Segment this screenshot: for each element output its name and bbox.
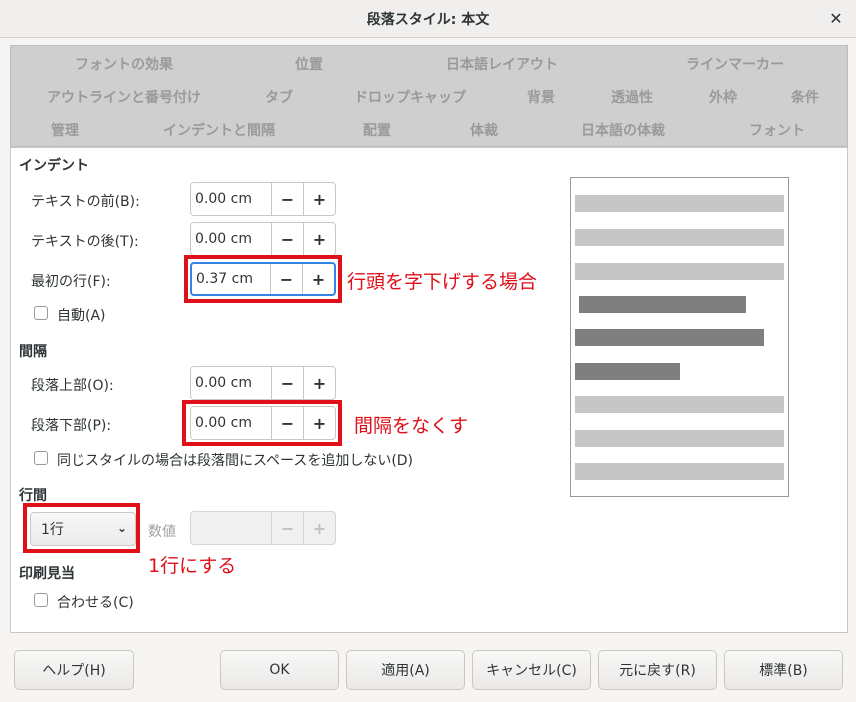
plus-icon[interactable]: + <box>303 183 335 215</box>
after-text-input[interactable]: 0.00 cm <box>191 223 271 255</box>
tab-transparency[interactable]: 透過性 <box>611 87 653 107</box>
before-text-label: テキストの前(B): <box>31 194 140 210</box>
tab-tabs[interactable]: タブ <box>265 87 293 107</box>
plus-icon[interactable]: + <box>303 223 335 255</box>
annotation-spacing-below: 間隔をなくす <box>354 415 469 437</box>
standard-button[interactable]: 標準(B) <box>724 650 843 690</box>
activate-checkbox[interactable] <box>34 593 48 607</box>
auto-label: 自動(A) <box>57 308 106 324</box>
tab-indents-spacing[interactable]: インデントと間隔 <box>163 120 275 140</box>
minus-icon[interactable]: − <box>271 183 303 215</box>
tab-font[interactable]: フォント <box>749 120 805 140</box>
same-style-label: 同じスタイルの場合は段落間にスペースを追加しない(D) <box>57 453 414 469</box>
tab-font-effects[interactable]: フォントの効果 <box>75 54 173 74</box>
tab-bar: フォントの効果 位置 日本語レイアウト ラインマーカー アウトラインと番号付け … <box>10 45 848 147</box>
above-paragraph-label: 段落上部(O): <box>31 378 114 394</box>
preview-line <box>575 363 680 380</box>
preview-line <box>575 396 784 413</box>
tab-asian-typography[interactable]: 日本語の体裁 <box>581 120 665 140</box>
minus-icon: − <box>271 512 303 544</box>
annotation-first-line: 行頭を字下げする場合 <box>347 271 538 293</box>
annotation-box-line-spacing <box>23 503 140 553</box>
line-spacing-heading: 行間 <box>19 488 47 504</box>
preview-line <box>575 263 784 280</box>
help-button[interactable]: ヘルプ(H) <box>14 650 134 690</box>
annotation-box-first-line <box>184 255 342 303</box>
ok-button[interactable]: OK <box>220 650 339 690</box>
tab-condition[interactable]: 条件 <box>791 87 819 107</box>
activate-label: 合わせる(C) <box>57 595 134 611</box>
auto-checkbox[interactable] <box>34 306 48 320</box>
tab-drop-caps[interactable]: ドロップキャップ <box>354 87 466 107</box>
tab-highlighting[interactable]: ラインマーカー <box>686 54 784 74</box>
above-paragraph-input[interactable]: 0.00 cm <box>191 367 271 399</box>
indent-heading: インデント <box>19 158 89 174</box>
tab-background[interactable]: 背景 <box>527 87 555 107</box>
tab-borders[interactable]: 外枠 <box>709 87 737 107</box>
spacing-heading: 間隔 <box>19 344 47 360</box>
above-paragraph-spinner[interactable]: 0.00 cm − + <box>190 366 336 400</box>
cancel-button[interactable]: キャンセル(C) <box>472 650 591 690</box>
preview-line <box>575 463 784 480</box>
tab-asian-layout[interactable]: 日本語レイアウト <box>446 54 558 74</box>
after-text-spinner[interactable]: 0.00 cm − + <box>190 222 336 256</box>
before-text-spinner[interactable]: 0.00 cm − + <box>190 182 336 216</box>
close-icon[interactable]: ✕ <box>826 8 846 28</box>
preview-line <box>575 329 764 346</box>
plus-icon: + <box>303 512 335 544</box>
tab-text-flow[interactable]: 体裁 <box>470 120 498 140</box>
line-spacing-value-input <box>191 512 271 544</box>
first-line-label: 最初の行(F): <box>31 274 111 290</box>
title-bar: 段落スタイル: 本文 ✕ <box>0 0 856 38</box>
preview-line <box>579 296 746 313</box>
line-spacing-value-spinner: − + <box>190 511 336 545</box>
tab-position[interactable]: 位置 <box>295 54 323 74</box>
preview-line <box>575 229 784 246</box>
annotation-line-spacing: 1行にする <box>148 555 237 577</box>
reset-button[interactable]: 元に戻す(R) <box>598 650 717 690</box>
preview-line <box>575 430 784 447</box>
tab-outline-numbering[interactable]: アウトラインと番号付け <box>47 87 201 107</box>
preview-pane <box>570 177 789 497</box>
minus-icon[interactable]: − <box>271 223 303 255</box>
before-text-input[interactable]: 0.00 cm <box>191 183 271 215</box>
preview-line <box>575 195 784 212</box>
register-true-heading: 印刷見当 <box>19 566 75 582</box>
apply-button[interactable]: 適用(A) <box>346 650 465 690</box>
tab-organizer[interactable]: 管理 <box>51 120 79 140</box>
window-title: 段落スタイル: 本文 <box>366 11 490 28</box>
same-style-checkbox[interactable] <box>34 451 48 465</box>
minus-icon[interactable]: − <box>271 367 303 399</box>
plus-icon[interactable]: + <box>303 367 335 399</box>
line-spacing-value-label: 数値 <box>148 524 176 540</box>
below-paragraph-label: 段落下部(P): <box>31 418 112 434</box>
after-text-label: テキストの後(T): <box>31 234 139 250</box>
tab-alignment[interactable]: 配置 <box>363 120 391 140</box>
annotation-box-spacing-below <box>182 400 342 446</box>
